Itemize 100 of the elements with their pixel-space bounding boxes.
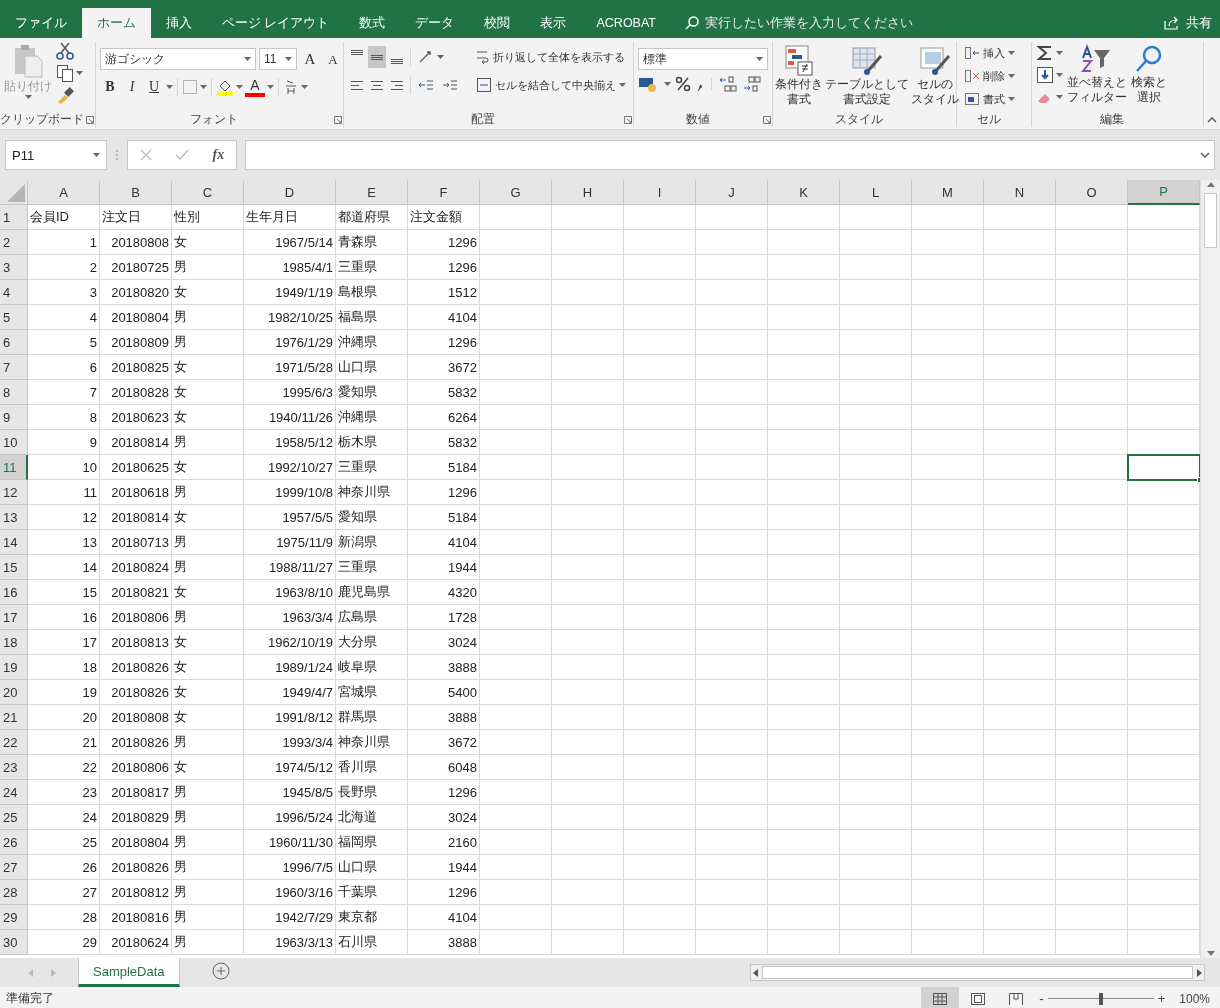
row-header[interactable]: 12 [0,480,28,505]
row-header[interactable]: 19 [0,655,28,680]
row-header[interactable]: 9 [0,405,28,430]
row-header[interactable]: 7 [0,355,28,380]
sheet-tab[interactable]: SampleData [78,958,180,987]
wrap-text-button[interactable]: 折り返して全体を表示する [473,46,629,68]
font-color-button[interactable]: A [245,77,265,97]
scroll-down-icon[interactable] [1206,951,1215,956]
italic-button[interactable]: I [122,76,142,98]
row-header[interactable]: 10 [0,430,28,455]
column-header[interactable]: G [480,180,552,205]
column-header[interactable]: K [768,180,840,205]
row-header[interactable]: 25 [0,805,28,830]
column-header[interactable]: D [244,180,336,205]
normal-view-button[interactable] [921,987,960,1008]
scroll-thumb[interactable] [762,966,1193,979]
add-sheet-icon[interactable] [211,962,230,980]
row-header[interactable]: 17 [0,605,28,630]
grow-font-button[interactable]: A [300,48,320,70]
vertical-align-button[interactable] [368,46,386,68]
row-header[interactable]: 22 [0,730,28,755]
expand-icon[interactable] [1200,152,1210,158]
cells-button[interactable]: 挿入 [961,42,1018,64]
scroll-thumb[interactable] [1204,193,1217,248]
column-header[interactable]: B [100,180,172,205]
column-header[interactable]: I [624,180,696,205]
row-header[interactable]: 24 [0,780,28,805]
fill-down-icon[interactable] [1036,66,1054,84]
column-header[interactable]: C [172,180,244,205]
collapse-ribbon-icon[interactable] [1207,117,1217,123]
row-header[interactable]: 11 [0,455,28,480]
scroll-up-icon[interactable] [1206,182,1215,187]
scroll-right-icon[interactable] [1197,968,1202,977]
cells-button[interactable]: 削除 [961,65,1018,87]
zoom-in-button[interactable]: + [1153,991,1170,1006]
sort-filter-button[interactable]: 並べ替えと フィルター [1067,42,1127,111]
column-header[interactable]: L [840,180,912,205]
ribbon-tab[interactable]: ページ レイアウト [207,8,345,38]
merge-center-button[interactable]: セルを結合して中央揃え [473,74,629,96]
share-icon[interactable] [1164,16,1180,30]
column-header[interactable]: O [1056,180,1128,205]
font-size-field[interactable]: 11 [259,48,297,70]
column-header[interactable]: N [984,180,1056,205]
row-header[interactable]: 15 [0,555,28,580]
column-header[interactable]: F [408,180,480,205]
share-button[interactable]: 共有 [1186,14,1212,32]
row-header[interactable]: 16 [0,580,28,605]
ribbon-tab[interactable]: 校閲 [469,8,526,38]
ribbon-tab[interactable]: 挿入 [151,8,207,38]
row-header[interactable]: 27 [0,855,28,880]
decrease-decimal-icon[interactable] [742,76,762,92]
dialog-launcher-icon[interactable] [624,116,632,124]
formula-input[interactable] [245,140,1215,170]
format-painter-icon[interactable] [56,86,74,104]
row-header[interactable]: 2 [0,230,28,255]
column-header[interactable]: H [552,180,624,205]
column-header[interactable]: P [1128,180,1200,205]
bold-button[interactable]: B [100,76,120,98]
row-header[interactable]: 30 [0,930,28,955]
find-select-button[interactable]: 検索と 選択 [1131,42,1167,111]
row-header[interactable]: 14 [0,530,28,555]
tell-me-field[interactable]: 実行したい作業を入力してください [705,14,913,32]
row-header[interactable]: 13 [0,505,28,530]
fill-color-icon[interactable] [216,78,234,96]
name-box[interactable]: P11 [5,140,107,170]
shrink-font-button[interactable]: A [323,48,343,70]
style-button[interactable]: テーブルとして 書式設定 [825,42,909,111]
row-header[interactable]: 6 [0,330,28,355]
number-format-field[interactable]: 標準 [638,48,768,70]
increase-decimal-icon[interactable] [718,76,738,92]
row-header[interactable]: 1 [0,205,28,230]
row-header[interactable]: 26 [0,830,28,855]
row-header[interactable]: 29 [0,905,28,930]
row-header[interactable]: 21 [0,705,28,730]
row-header[interactable]: 28 [0,880,28,905]
row-header[interactable]: 23 [0,755,28,780]
zoom-slider-thumb[interactable] [1098,992,1103,1005]
insert-function-button[interactable]: fx [212,147,225,163]
column-header[interactable]: A [28,180,100,205]
underline-button[interactable]: U [144,76,164,98]
style-button[interactable]: 条件付き 書式 [775,42,823,111]
phonetic-guide-icon[interactable] [283,79,299,95]
ribbon-tab[interactable]: 表示 [525,8,582,38]
style-button[interactable]: セルの スタイル [911,42,959,111]
row-header[interactable]: 4 [0,280,28,305]
row-header[interactable]: 18 [0,630,28,655]
ribbon-tab[interactable]: データ [400,8,470,38]
zoom-out-button[interactable]: - [1035,991,1048,1006]
row-header[interactable]: 3 [0,255,28,280]
dialog-launcher-icon[interactable] [763,116,771,124]
copy-icon[interactable] [56,64,74,82]
ribbon-tab[interactable]: 数式 [344,8,401,38]
cells-button[interactable]: 書式 [961,88,1018,110]
dialog-launcher-icon[interactable] [334,116,342,124]
active-cell[interactable] [1128,455,1200,480]
row-header[interactable]: 20 [0,680,28,705]
font-name-field[interactable]: 游ゴシック [100,48,256,70]
row-header[interactable]: 5 [0,305,28,330]
row-header[interactable]: 8 [0,380,28,405]
percent-icon[interactable] [675,76,691,92]
